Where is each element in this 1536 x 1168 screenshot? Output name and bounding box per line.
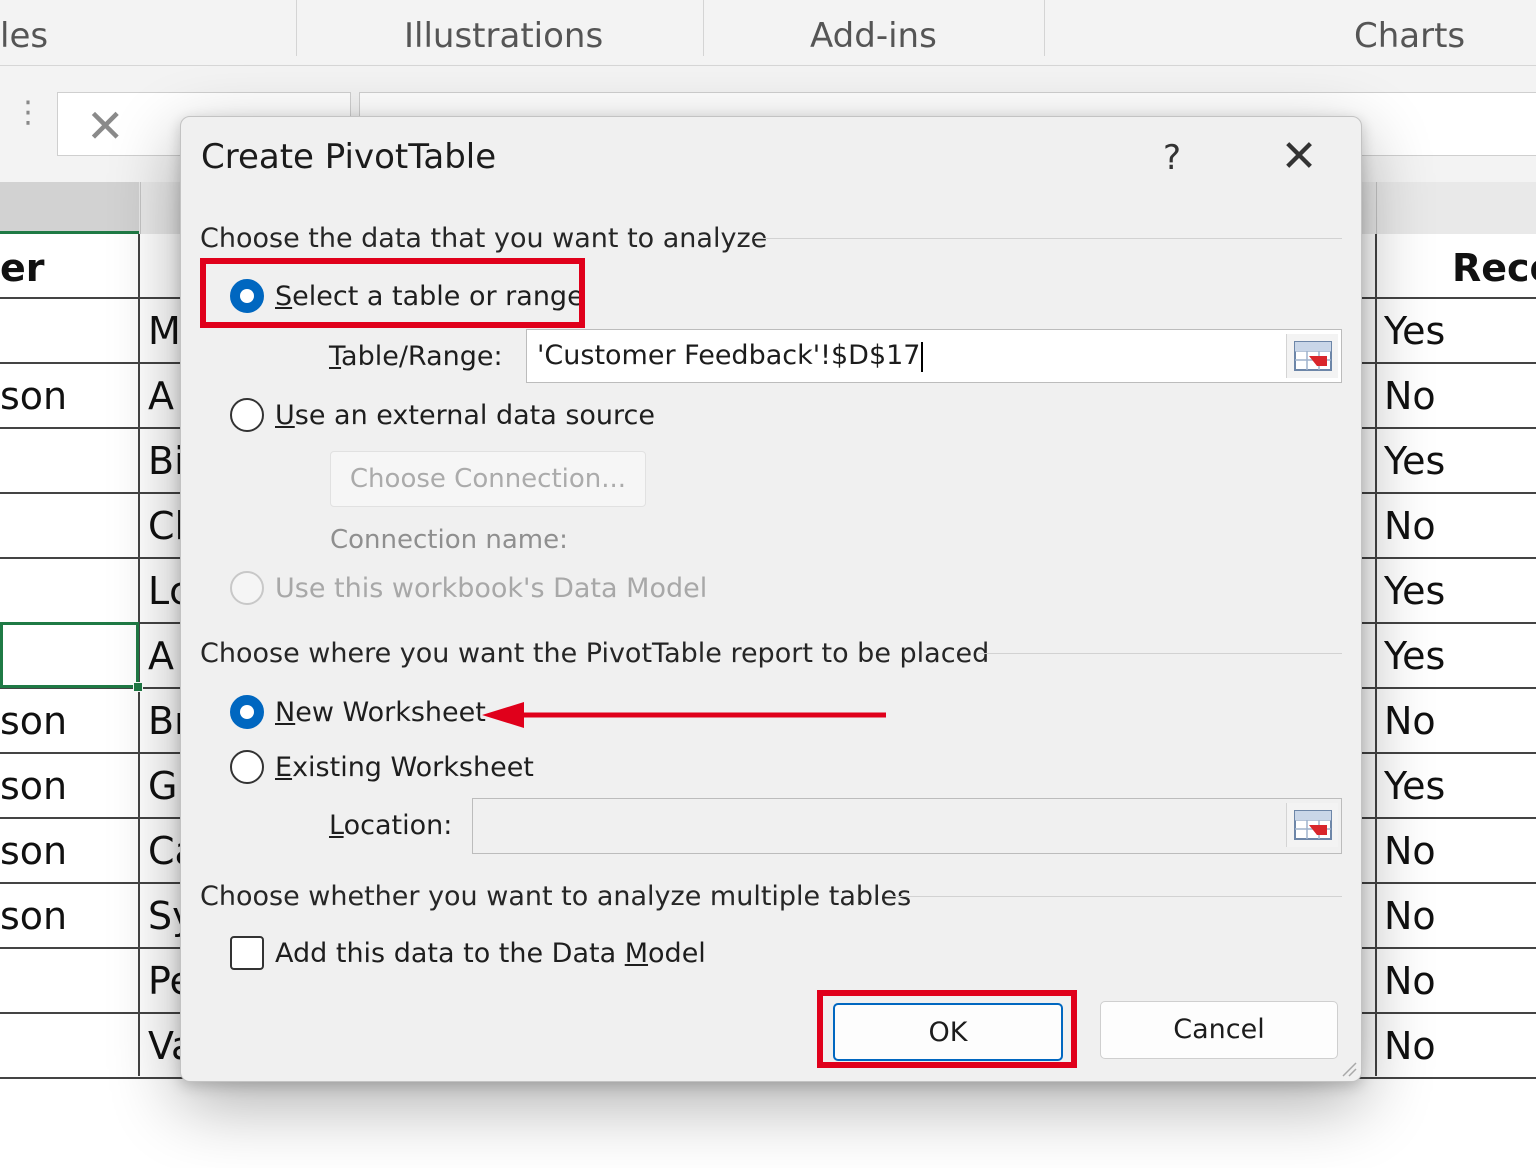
- cell-col-b[interactable]: Br: [148, 689, 180, 753]
- add-to-data-model-checkbox[interactable]: [230, 936, 264, 970]
- section-label: Choose where you want the PivotTable rep…: [200, 637, 990, 669]
- fill-handle[interactable]: [133, 682, 143, 692]
- cell-col-c[interactable]: No: [1384, 949, 1534, 1013]
- cell-col-c[interactable]: Yes: [1384, 624, 1534, 688]
- section-label: Choose whether you want to analyze multi…: [200, 880, 912, 912]
- section-choose-data: Choose the data that you want to analyze: [200, 221, 1342, 255]
- radio-new-worksheet[interactable]: [230, 695, 264, 729]
- ribbon-group-tables[interactable]: les: [0, 16, 48, 56]
- radio-data-model-label: Use this workbook's Data Model: [275, 573, 708, 604]
- cell-col-b[interactable]: M: [148, 299, 180, 363]
- choose-connection-button: Choose Connection...: [330, 451, 646, 507]
- cell-col-b[interactable]: Bi: [148, 429, 180, 493]
- cell-col-a[interactable]: son: [0, 364, 136, 428]
- cancel-formula-icon[interactable]: ✕: [86, 99, 125, 153]
- location-picker-button[interactable]: [1286, 803, 1338, 847]
- section-label: Choose the data that you want to analyze: [200, 222, 768, 254]
- cell-col-c[interactable]: No: [1384, 494, 1534, 558]
- ribbon-group-addins[interactable]: Add-ins: [810, 16, 937, 56]
- radio-new-worksheet-label[interactable]: New Worksheet: [275, 697, 486, 728]
- cell-col-a[interactable]: son: [0, 884, 136, 948]
- radio-external-source[interactable]: [230, 398, 264, 432]
- radio-existing-worksheet[interactable]: [230, 750, 264, 784]
- cell-col-c[interactable]: No: [1384, 884, 1534, 948]
- section-rule: [886, 896, 1342, 897]
- column-header-b[interactable]: [140, 182, 180, 234]
- cell-col-c[interactable]: No: [1384, 1014, 1534, 1078]
- header-cell-c[interactable]: Reco: [1452, 236, 1536, 300]
- cell-col-c[interactable]: No: [1384, 819, 1534, 883]
- cell-col-b[interactable]: Lc: [148, 559, 180, 623]
- cell-col-a[interactable]: son: [0, 689, 136, 753]
- text-caret: [921, 341, 924, 372]
- cell-col-c[interactable]: Yes: [1384, 559, 1534, 623]
- table-range-label: Table/Range:: [329, 341, 503, 372]
- cell-col-b[interactable]: Va: [148, 1014, 180, 1078]
- section-placement: Choose where you want the PivotTable rep…: [200, 636, 1342, 670]
- table-range-input[interactable]: 'Customer Feedback'!$D$17: [526, 329, 1342, 383]
- cancel-button[interactable]: Cancel: [1100, 1001, 1338, 1059]
- radio-existing-worksheet-label[interactable]: Existing Worksheet: [275, 752, 534, 783]
- cell-col-b[interactable]: G: [148, 754, 180, 818]
- radio-data-model: [230, 571, 264, 605]
- range-picker-icon: [1294, 341, 1332, 371]
- location-label: Location:: [329, 810, 453, 841]
- highlight-ok-button: [817, 990, 1077, 1068]
- arrow-annotation-icon: [482, 702, 886, 728]
- help-button[interactable]: ?: [1147, 133, 1197, 183]
- cell-col-a[interactable]: son: [0, 819, 136, 883]
- table-range-value: 'Customer Feedback'!$D$17: [537, 340, 921, 371]
- header-cell-a[interactable]: er: [0, 236, 136, 300]
- ribbon-group-charts[interactable]: Charts: [1354, 16, 1465, 56]
- cell-col-b[interactable]: Pe: [148, 949, 180, 1013]
- cell-col-c[interactable]: Yes: [1384, 429, 1534, 493]
- cell-col-b[interactable]: A: [148, 364, 180, 428]
- resize-grip-icon[interactable]: [1339, 1059, 1357, 1077]
- ribbon-separator: [1044, 0, 1045, 56]
- highlight-select-range: [200, 258, 585, 328]
- dialog-titlebar[interactable]: Create PivotTable ? ✕: [181, 117, 1361, 201]
- grip-icon[interactable]: ⋮: [13, 98, 43, 128]
- ribbon-separator: [703, 0, 704, 56]
- cell-col-c[interactable]: No: [1384, 689, 1534, 753]
- grid-line: [1375, 234, 1377, 1076]
- cell-col-c[interactable]: No: [1384, 364, 1534, 428]
- column-header-a[interactable]: [0, 182, 139, 234]
- cell-col-b[interactable]: Sy: [148, 884, 180, 948]
- radio-external-source-label[interactable]: Use an external data source: [275, 400, 655, 431]
- ribbon: les Illustrations Add-ins Charts: [0, 0, 1536, 66]
- range-picker-icon: [1294, 810, 1332, 840]
- add-to-data-model-label[interactable]: Add this data to the Data Model: [275, 938, 706, 969]
- selected-cell[interactable]: [0, 622, 143, 692]
- cell-col-b[interactable]: A: [148, 624, 180, 688]
- location-input[interactable]: [472, 798, 1342, 854]
- ribbon-group-illustrations[interactable]: Illustrations: [404, 16, 603, 56]
- section-rule: [754, 238, 1342, 239]
- connection-name-label: Connection name:: [330, 525, 568, 555]
- range-picker-button[interactable]: [1286, 334, 1338, 378]
- cell-col-b[interactable]: Cl: [148, 494, 180, 558]
- close-button[interactable]: ✕: [1271, 129, 1327, 185]
- section-rule: [978, 653, 1342, 654]
- section-multiple-tables: Choose whether you want to analyze multi…: [200, 879, 1342, 913]
- cell-col-c[interactable]: Yes: [1384, 754, 1534, 818]
- column-header-c[interactable]: [1376, 182, 1536, 234]
- dialog-title: Create PivotTable: [201, 137, 497, 177]
- cell-col-a[interactable]: son: [0, 754, 136, 818]
- ribbon-separator: [296, 0, 297, 56]
- cell-col-b[interactable]: Ca: [148, 819, 180, 883]
- cell-col-c[interactable]: Yes: [1384, 299, 1534, 363]
